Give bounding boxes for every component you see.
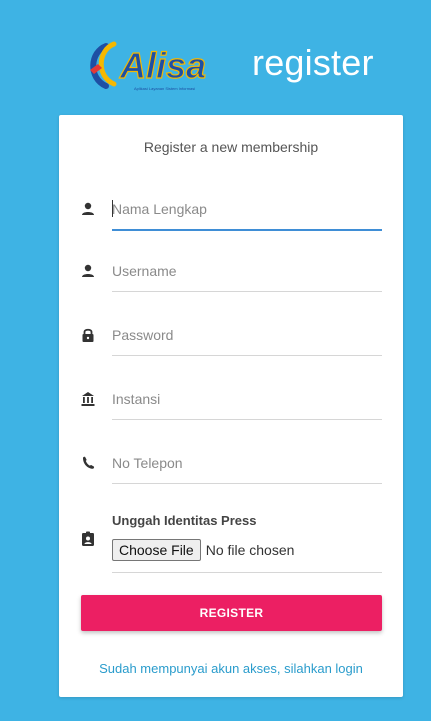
field-identity-upload: Unggah Identitas Press Choose File No fi… (81, 511, 382, 573)
alisa-logo: Alisa Aplikasi Layanan Sistem Informasi (90, 41, 207, 91)
lock-icon (82, 328, 94, 342)
choose-file-button[interactable]: Choose File (112, 539, 201, 561)
text-caret (112, 200, 113, 217)
upload-underline (112, 572, 382, 573)
phone-input[interactable] (112, 443, 382, 484)
username-input[interactable] (112, 251, 382, 292)
register-button[interactable]: REGISTER (81, 595, 382, 631)
field-password (81, 315, 382, 357)
phone-icon (83, 456, 95, 469)
id-badge-icon (82, 531, 94, 546)
file-input: Choose File No file chosen (112, 539, 294, 561)
logo-tagline: Aplikasi Layanan Sistem Informasi (134, 86, 195, 91)
password-input[interactable] (112, 315, 382, 356)
register-page: Alisa Aplikasi Layanan Sistem Informasi … (0, 0, 431, 721)
person-icon (82, 264, 94, 277)
field-full-name (81, 189, 382, 231)
card-title: Register a new membership (143, 139, 319, 155)
field-phone (81, 443, 382, 485)
file-status: No file chosen (205, 542, 295, 558)
brand-suffix: register (252, 42, 374, 83)
full-name-input[interactable] (112, 189, 382, 231)
logo-wordmark: Alisa (119, 45, 206, 86)
brand-header: Alisa Aplikasi Layanan Sistem Informasi … (84, 34, 394, 96)
field-username (81, 251, 382, 293)
institution-icon (81, 392, 95, 406)
register-card: Register a new membership Nama Lengkap U… (59, 115, 403, 697)
login-link[interactable]: Sudah mempunyai akun akses, silahkan log… (59, 661, 403, 676)
person-icon (82, 202, 94, 215)
field-institution (81, 379, 382, 421)
upload-label: Unggah Identitas Press (112, 513, 257, 528)
institution-input[interactable] (112, 379, 382, 420)
